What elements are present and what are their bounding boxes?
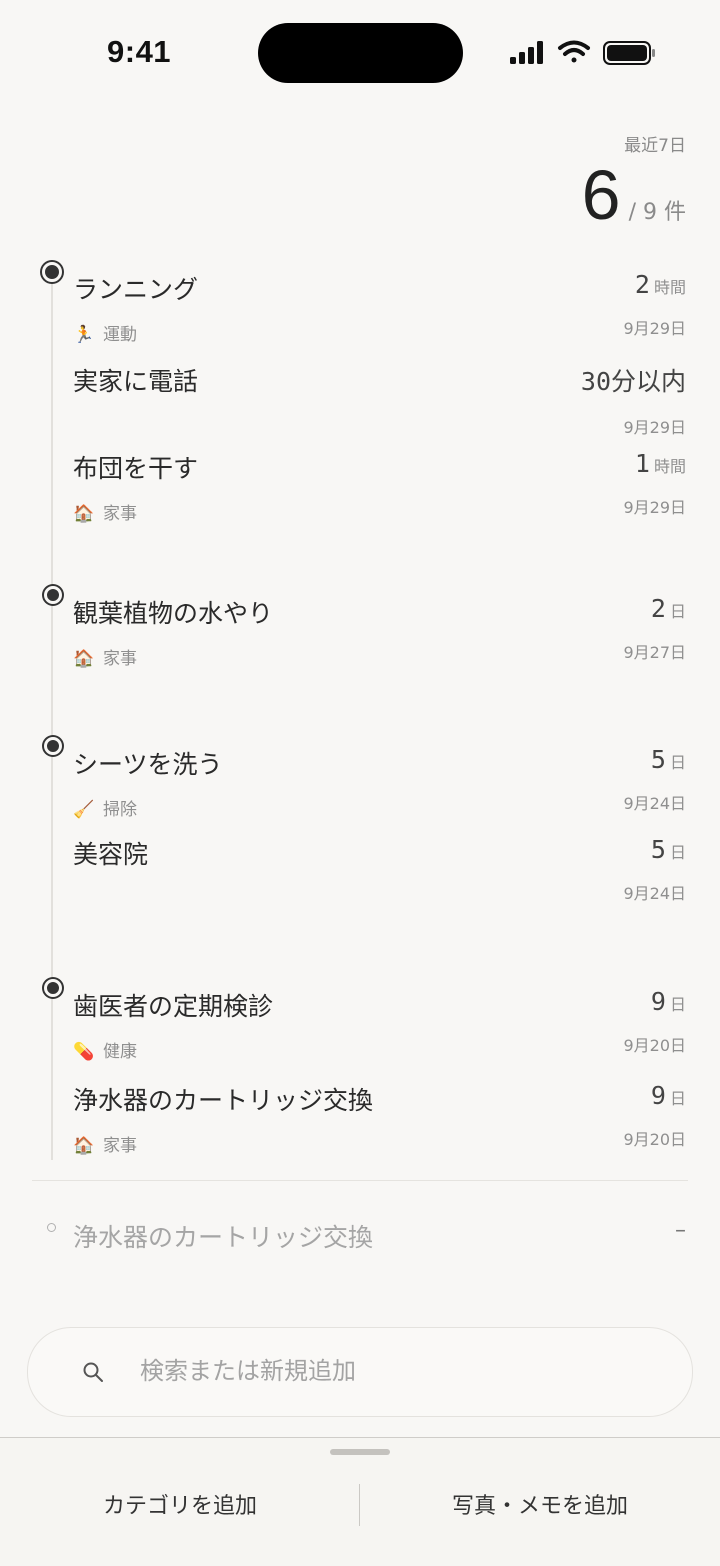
task-duration: 9日 [650,1081,686,1110]
search-bar[interactable] [27,1327,693,1417]
battery-icon [603,41,655,65]
house-icon: 🏠 [73,504,95,524]
pending-task-value: – [675,1218,686,1243]
status-bar: 9:41 [0,0,720,100]
task-name: 浄水器のカートリッジ交換 [73,1086,374,1115]
task-name: シーツを洗う [73,750,223,779]
task-item[interactable]: シーツを洗う 🧹 掃除 5日 9月24日 [73,745,686,820]
task-item[interactable]: 観葉植物の水やり 🏠 家事 2日 9月27日 [73,594,686,669]
dynamic-island [258,23,463,83]
task-date: 9月29日 [623,498,686,517]
task-name: 歯医者の定期検診 [73,992,274,1021]
recent-summary: 最近7日 6/ 9 件 [582,131,686,230]
task-item[interactable]: 美容院 5日 9月24日 [73,835,686,903]
house-icon: 🏠 [73,649,95,669]
pending-dot [47,1223,56,1232]
task-date: 9月20日 [623,1130,686,1149]
task-category: 🏠 家事 [73,649,137,669]
summary-period-label: 最近7日 [624,136,686,156]
task-duration: 5日 [650,835,686,864]
summary-count: 6 [581,156,621,234]
summary-total: / 9 件 [628,200,686,225]
house-icon: 🏠 [73,1136,95,1156]
task-duration: 9日 [650,987,686,1016]
task-category: 🏠 家事 [73,1136,137,1156]
task-item[interactable]: 実家に電話 30分以内 9月29日 [73,362,686,437]
add-photo-memo-button[interactable]: 写真・メモを追加 [360,1488,720,1520]
task-category: 💊 健康 [73,1042,137,1062]
task-category: 🧹 掃除 [73,800,137,820]
timeline-dot [42,262,62,282]
task-date: 9月29日 [623,319,686,338]
search-input[interactable] [138,1348,642,1394]
pending-task-item[interactable]: 浄水器のカートリッジ交換 – [73,1218,686,1254]
task-duration: 1 時間 [634,449,686,478]
task-item[interactable]: ランニング 🏃 運動 2 時間 9月29日 [73,270,686,345]
cellular-signal-icon [510,41,543,64]
task-category: 🏃 運動 [73,325,137,345]
pill-icon: 💊 [73,1042,95,1062]
task-name: 美容院 [73,840,149,869]
task-duration: 30分以内 [580,367,686,396]
add-category-button[interactable]: カテゴリを追加 [0,1488,360,1520]
pending-task-name: 浄水器のカートリッジ交換 [73,1223,374,1252]
task-name: 布団を干す [73,454,199,483]
wifi-icon [558,40,590,63]
broom-icon: 🧹 [73,800,95,820]
bottom-sheet: カテゴリを追加 写真・メモを追加 [0,1437,720,1566]
task-date: 9月20日 [623,1036,686,1055]
task-name: ランニング [73,275,199,304]
task-duration: 2 時間 [634,270,686,299]
task-name: 観葉植物の水やり [73,599,274,628]
sheet-drag-handle[interactable] [330,1449,390,1455]
search-icon [83,1362,103,1382]
task-duration: 5日 [650,745,686,774]
task-date: 9月24日 [623,884,686,903]
timeline-line [51,274,53,1160]
status-icons [510,38,660,68]
timeline-dot [44,586,62,604]
task-date: 9月24日 [623,794,686,813]
task-item[interactable]: 浄水器のカートリッジ交換 🏠 家事 9日 9月20日 [73,1081,686,1156]
section-divider [32,1180,688,1181]
running-icon: 🏃 [73,325,95,345]
task-item[interactable]: 布団を干す 🏠 家事 1 時間 9月29日 [73,449,686,524]
task-date: 9月27日 [623,643,686,662]
task-category: 🏠 家事 [73,504,137,524]
timeline-dot [44,979,62,997]
status-time: 9:41 [107,34,172,69]
task-item[interactable]: 歯医者の定期検診 💊 健康 9日 9月20日 [73,987,686,1062]
task-date: 9月29日 [623,418,686,437]
timeline-dot [44,737,62,755]
task-duration: 2日 [650,594,686,623]
